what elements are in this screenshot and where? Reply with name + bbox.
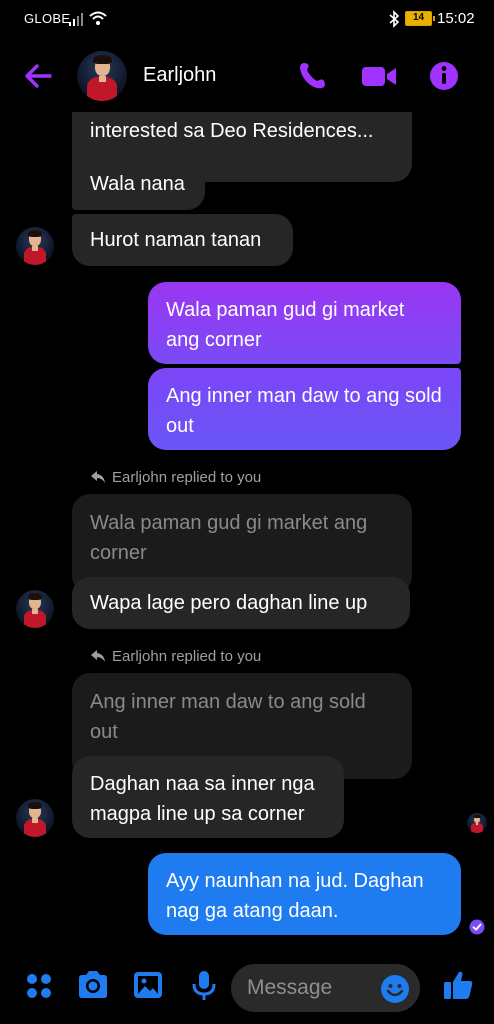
message-text: Daghan naa sa inner nga magpa line up sa… (90, 773, 315, 825)
video-icon[interactable] (361, 60, 397, 92)
chat-header: Earljohn (0, 42, 494, 112)
apps-icon[interactable] (24, 968, 54, 1002)
message-incoming[interactable]: Wapa lage pero daghan line up (72, 577, 410, 629)
thumbs-up-icon[interactable] (441, 968, 475, 1002)
phone-icon[interactable] (296, 60, 328, 92)
back-arrow-icon[interactable] (22, 60, 54, 92)
contact-name[interactable]: Earljohn (143, 64, 216, 87)
quoted-text: Ang inner man daw to ang sold out (90, 691, 366, 743)
quoted-text: Wala paman gud gi market ang corner (90, 512, 368, 564)
message-incoming[interactable]: Wala nana (72, 158, 205, 210)
message-text: Wala paman gud gi market ang corner (166, 299, 405, 351)
reply-label-text: Earljohn replied to you (112, 469, 262, 486)
reply-indicator: Earljohn replied to you (90, 469, 261, 486)
emoji-icon[interactable] (380, 974, 410, 1004)
bluetooth-icon (389, 10, 400, 28)
camera-icon[interactable] (76, 968, 110, 1002)
sender-avatar[interactable] (16, 799, 54, 837)
message-text: Wala nana (90, 173, 185, 195)
message-outgoing[interactable]: Ayy naunhan na jud. Daghan nag ga atang … (148, 853, 461, 935)
message-text: interested sa Deo Residences... (90, 120, 374, 142)
message-incoming[interactable]: Daghan naa sa inner nga magpa line up sa… (72, 756, 344, 838)
sender-avatar[interactable] (16, 227, 54, 265)
reply-arrow-icon (91, 650, 105, 662)
message-text: Ayy naunhan na jud. Daghan nag ga atang … (166, 870, 424, 922)
message-text: Wapa lage pero daghan line up (90, 592, 368, 614)
composer-bar (0, 960, 494, 1024)
seen-avatar (467, 813, 487, 833)
sender-avatar[interactable] (16, 590, 54, 628)
mic-icon[interactable] (187, 968, 221, 1002)
gallery-icon[interactable] (131, 968, 165, 1002)
message-outgoing[interactable]: Ang inner man daw to ang sold out (148, 368, 461, 450)
message-text: Ang inner man daw to ang sold out (166, 385, 442, 437)
message-text: Hurot naman tanan (90, 229, 262, 251)
reply-label-text: Earljohn replied to you (112, 648, 262, 665)
message-outgoing[interactable]: Wala paman gud gi market ang corner (148, 282, 461, 364)
reply-indicator: Earljohn replied to you (90, 648, 261, 665)
signal-icon (69, 13, 83, 26)
battery-level: 14 (412, 12, 425, 23)
wifi-icon (89, 11, 107, 25)
clock: 15:02 (437, 10, 475, 27)
message-incoming[interactable]: Hurot naman tanan (72, 214, 293, 266)
info-icon[interactable] (428, 60, 460, 92)
battery-icon: 14 (405, 11, 435, 26)
carrier-label: GLOBE (24, 11, 71, 26)
status-bar: GLOBE 14 15:02 (0, 0, 494, 38)
contact-avatar[interactable] (77, 51, 127, 101)
reply-arrow-icon (91, 471, 105, 483)
seen-check-icon (469, 919, 485, 935)
